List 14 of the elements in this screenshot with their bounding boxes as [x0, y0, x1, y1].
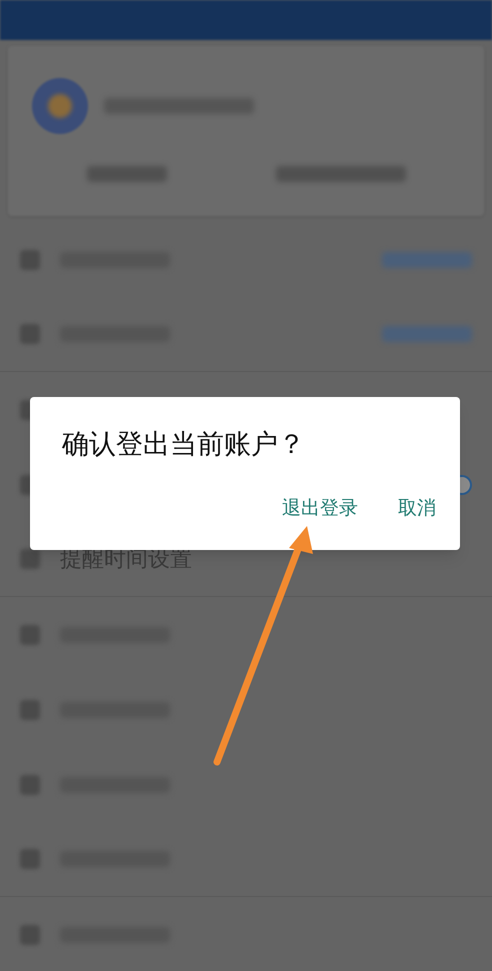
- dialog-title: 确认登出当前账户？: [62, 428, 306, 462]
- setting-icon: [20, 250, 40, 270]
- avatar-icon: [32, 78, 88, 134]
- setting-icon: [20, 774, 40, 794]
- setting-icon: [20, 549, 40, 569]
- setting-icon: [20, 700, 40, 720]
- blurred-link[interactable]: [382, 326, 472, 342]
- dialog-button[interactable]: 退出登录: [274, 490, 366, 526]
- setting-icon: [20, 324, 40, 344]
- setting-icon: [20, 849, 40, 869]
- setting-icon: [20, 924, 40, 944]
- dialog-button[interactable]: 取消: [390, 490, 444, 526]
- blurred-link[interactable]: [382, 252, 472, 268]
- setting-icon: [20, 624, 40, 644]
